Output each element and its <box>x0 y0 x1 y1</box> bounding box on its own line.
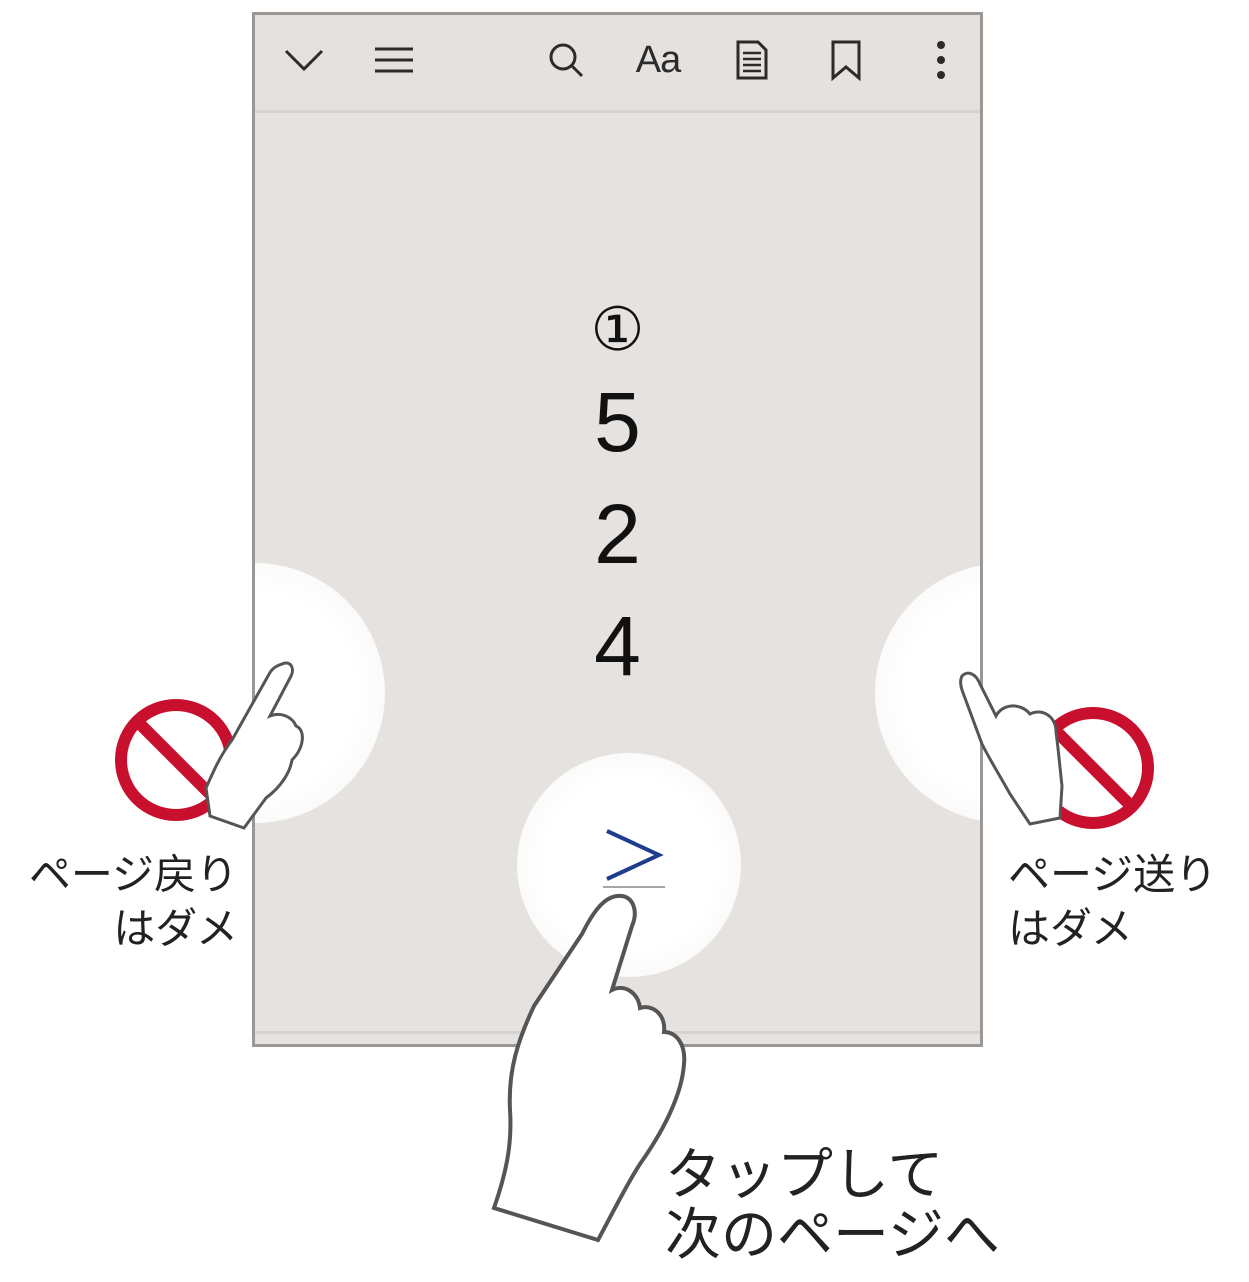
hand-pointer-icon <box>959 671 1064 826</box>
forward-tap-caution: ページ送り はダメ <box>1008 848 1244 956</box>
tap-instruction-line1: タップして <box>665 1143 944 1208</box>
forward-caution-line1: ページ送り <box>1008 850 1218 899</box>
tap-instruction: タップして 次のページへ <box>665 1146 1085 1266</box>
illustration-overlay <box>115 661 1154 1243</box>
back-caution-line2: はダメ <box>113 904 238 953</box>
back-tap-caution: ページ戻り はダメ <box>6 848 238 956</box>
hand-pointer-icon <box>491 893 687 1243</box>
hand-pointer-icon <box>204 661 304 830</box>
tap-instruction-line2: 次のページへ <box>665 1203 1000 1268</box>
back-caution-line1: ページ戻り <box>28 850 238 899</box>
forward-caution-line2: はダメ <box>1008 904 1133 953</box>
